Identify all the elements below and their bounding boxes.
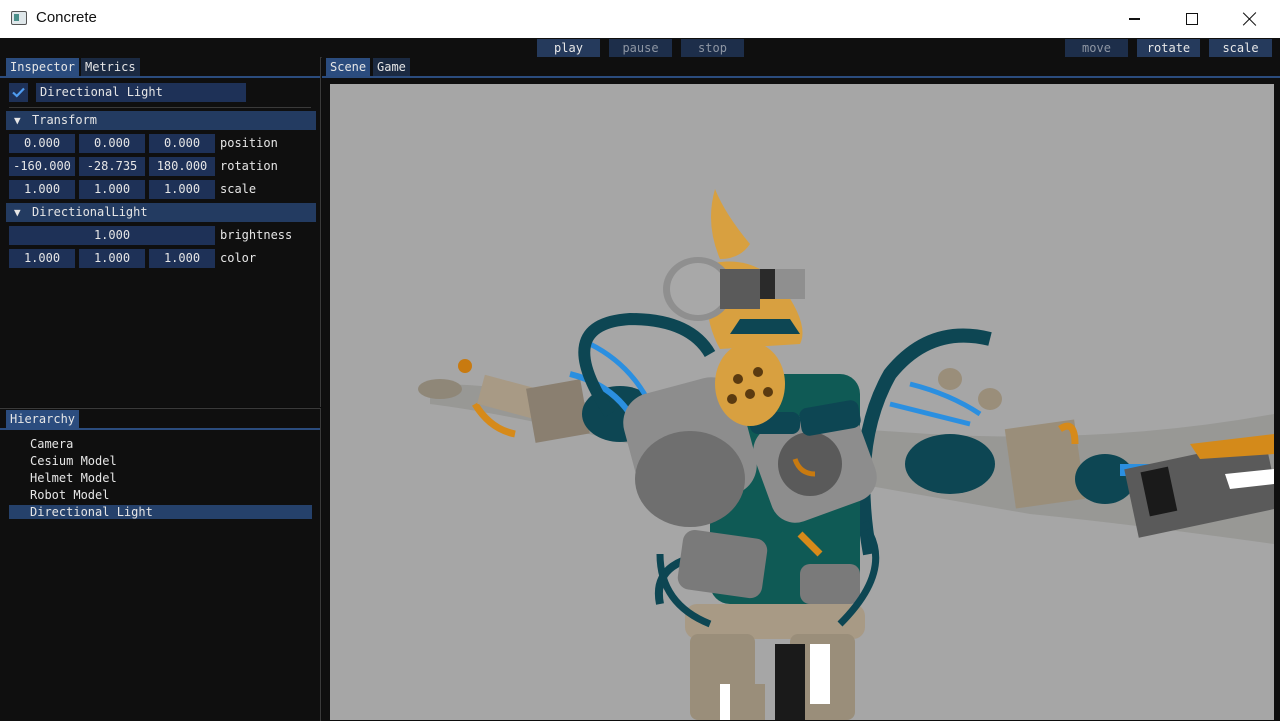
toolbar: play pause stop move rotate scale: [0, 38, 1280, 58]
robot-model-render: [418, 189, 1274, 720]
scale-x-field[interactable]: 1.000: [9, 180, 75, 199]
title-bar: Concrete: [0, 0, 1280, 38]
directional-light-header[interactable]: ▼ DirectionalLight: [6, 203, 316, 222]
hierarchy-item-camera[interactable]: Camera: [9, 437, 312, 451]
divider: [9, 107, 311, 108]
position-z-field[interactable]: 0.000: [149, 134, 215, 153]
maximize-button[interactable]: [1163, 0, 1221, 38]
window-title: Concrete: [36, 9, 97, 26]
position-label: position: [220, 136, 278, 150]
minimize-button[interactable]: [1105, 0, 1163, 38]
scene-panel: Scene Game: [322, 57, 1280, 720]
tab-inspector[interactable]: Inspector: [6, 58, 80, 76]
move-tool-button[interactable]: move: [1065, 39, 1128, 57]
tab-scene[interactable]: Scene: [326, 58, 371, 76]
color-label: color: [220, 251, 257, 265]
rotation-y-field[interactable]: -28.735: [79, 157, 145, 176]
tab-metrics[interactable]: Metrics: [81, 58, 140, 76]
maximize-icon: [1186, 13, 1198, 25]
checkmark-icon: [12, 87, 25, 98]
hierarchy-item-directional-light[interactable]: Directional Light: [9, 505, 312, 519]
transform-header-label: Transform: [32, 113, 98, 127]
color-r-field[interactable]: 1.000: [9, 249, 75, 268]
rotation-x-field[interactable]: -160.000: [9, 157, 75, 176]
inspector-tabstrip: Inspector Metrics: [0, 57, 320, 78]
close-icon: [1243, 12, 1257, 26]
inspector-panel: Inspector Metrics Directional Light ▼ Tra…: [0, 57, 321, 407]
color-b-field[interactable]: 1.000: [149, 249, 215, 268]
entity-name-input[interactable]: Directional Light: [36, 83, 246, 102]
minimize-icon: [1128, 18, 1140, 20]
hierarchy-item-robot-model[interactable]: Robot Model: [9, 488, 312, 502]
scene-tabstrip: Scene Game: [322, 57, 1280, 78]
scale-tool-button[interactable]: scale: [1209, 39, 1272, 57]
rotate-tool-button[interactable]: rotate: [1137, 39, 1200, 57]
pause-button[interactable]: pause: [609, 39, 672, 57]
tab-hierarchy[interactable]: Hierarchy: [6, 410, 80, 428]
color-g-field[interactable]: 1.000: [79, 249, 145, 268]
stop-button[interactable]: stop: [681, 39, 744, 57]
collapse-arrow-icon: ▼: [14, 206, 21, 219]
scale-label: scale: [220, 182, 257, 196]
transform-header[interactable]: ▼ Transform: [6, 111, 316, 130]
scene-viewport[interactable]: [330, 84, 1274, 720]
hierarchy-item-cesium-model[interactable]: Cesium Model: [9, 454, 312, 468]
rotation-label: rotation: [220, 159, 278, 173]
scale-z-field[interactable]: 1.000: [149, 180, 215, 199]
entity-enabled-checkbox[interactable]: [9, 83, 28, 102]
tab-game[interactable]: Game: [373, 58, 410, 76]
brightness-field[interactable]: 1.000: [9, 226, 215, 245]
directional-light-header-label: DirectionalLight: [32, 205, 148, 219]
position-x-field[interactable]: 0.000: [9, 134, 75, 153]
hierarchy-panel: Hierarchy Camera Cesium Model Helmet Mod…: [0, 408, 321, 721]
play-button[interactable]: play: [537, 39, 600, 57]
hierarchy-item-helmet-model[interactable]: Helmet Model: [9, 471, 312, 485]
rotation-z-field[interactable]: 180.000: [149, 157, 215, 176]
position-y-field[interactable]: 0.000: [79, 134, 145, 153]
scale-y-field[interactable]: 1.000: [79, 180, 145, 199]
app-window-icon: [11, 11, 27, 25]
hierarchy-tabstrip: Hierarchy: [0, 409, 320, 430]
close-button[interactable]: [1221, 0, 1279, 38]
brightness-label: brightness: [220, 228, 293, 242]
collapse-arrow-icon: ▼: [14, 114, 21, 127]
